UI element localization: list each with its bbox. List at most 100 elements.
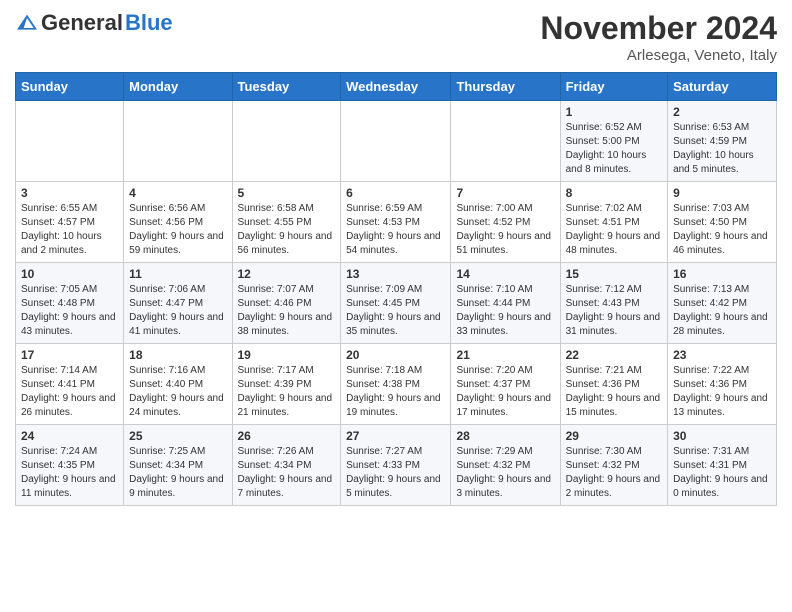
day-number: 28 <box>456 429 554 443</box>
day-cell: 14 Sunrise: 7:10 AM Sunset: 4:44 PM Dayli… <box>451 263 560 344</box>
day-info: Sunrise: 6:56 AM Sunset: 4:56 PM Dayligh… <box>129 202 226 258</box>
day-cell: 17 Sunrise: 7:14 AM Sunset: 4:41 PM Dayli… <box>16 344 124 425</box>
day-number: 24 <box>21 429 118 443</box>
day-info: Sunrise: 7:21 AM Sunset: 4:36 PM Dayligh… <box>566 364 662 420</box>
day-number: 22 <box>566 348 662 362</box>
day-cell: 12Sunrise: 7:07 AM Sunset: 4:46 PM Dayli… <box>232 263 341 344</box>
day-cell: 13 Sunrise: 7:09 AM Sunset: 4:45 PM Dayli… <box>341 263 451 344</box>
day-info: Sunrise: 7:18 AM Sunset: 4:38 PM Dayligh… <box>346 364 445 420</box>
day-cell: 1Sunrise: 6:52 AM Sunset: 5:00 PM Daylig… <box>560 101 667 182</box>
day-cell <box>16 101 124 182</box>
day-cell: 8Sunrise: 7:02 AM Sunset: 4:51 PM Daylig… <box>560 182 667 263</box>
day-cell: 15 Sunrise: 7:12 AM Sunset: 4:43 PM Dayli… <box>560 263 667 344</box>
day-info: Sunrise: 7:13 AM Sunset: 4:42 PM Dayligh… <box>673 283 771 339</box>
page: General Blue November 2024 Arlesega, Ven… <box>0 0 792 521</box>
week-row-0: 1Sunrise: 6:52 AM Sunset: 5:00 PM Daylig… <box>16 101 777 182</box>
day-number: 6 <box>346 186 445 200</box>
logo-general-text: General <box>41 10 123 36</box>
day-cell: 6Sunrise: 6:59 AM Sunset: 4:53 PM Daylig… <box>341 182 451 263</box>
day-info: Sunrise: 7:24 AM Sunset: 4:35 PM Dayligh… <box>21 445 118 501</box>
day-cell: 9 Sunrise: 7:03 AM Sunset: 4:50 PM Daylig… <box>668 182 777 263</box>
day-cell: 23 Sunrise: 7:22 AM Sunset: 4:36 PM Dayli… <box>668 344 777 425</box>
day-info: Sunrise: 7:31 AM Sunset: 4:31 PM Dayligh… <box>673 445 771 501</box>
header: General Blue November 2024 Arlesega, Ven… <box>15 10 777 64</box>
day-cell: 29Sunrise: 7:30 AM Sunset: 4:32 PM Dayli… <box>560 425 667 506</box>
day-number: 2 <box>673 105 771 119</box>
day-cell <box>232 101 341 182</box>
day-info: Sunrise: 6:53 AM Sunset: 4:59 PM Dayligh… <box>673 121 771 177</box>
day-cell: 20 Sunrise: 7:18 AM Sunset: 4:38 PM Dayli… <box>341 344 451 425</box>
col-monday: Monday <box>124 73 232 101</box>
day-number: 23 <box>673 348 771 362</box>
day-cell: 25 Sunrise: 7:25 AM Sunset: 4:34 PM Dayli… <box>124 425 232 506</box>
day-number: 25 <box>129 429 226 443</box>
day-info: Sunrise: 7:06 AM Sunset: 4:47 PM Dayligh… <box>129 283 226 339</box>
day-number: 7 <box>456 186 554 200</box>
day-cell: 30Sunrise: 7:31 AM Sunset: 4:31 PM Dayli… <box>668 425 777 506</box>
day-info: Sunrise: 7:17 AM Sunset: 4:39 PM Dayligh… <box>238 364 336 420</box>
week-row-4: 24 Sunrise: 7:24 AM Sunset: 4:35 PM Dayli… <box>16 425 777 506</box>
day-number: 27 <box>346 429 445 443</box>
day-info: Sunrise: 7:05 AM Sunset: 4:48 PM Dayligh… <box>21 283 118 339</box>
day-number: 14 <box>456 267 554 281</box>
day-cell: 7Sunrise: 7:00 AM Sunset: 4:52 PM Daylig… <box>451 182 560 263</box>
day-info: Sunrise: 7:14 AM Sunset: 4:41 PM Dayligh… <box>21 364 118 420</box>
day-number: 4 <box>129 186 226 200</box>
day-cell: 3 Sunrise: 6:55 AM Sunset: 4:57 PM Daylig… <box>16 182 124 263</box>
day-cell <box>124 101 232 182</box>
logo: General Blue <box>15 10 173 36</box>
day-cell <box>341 101 451 182</box>
day-cell: 21 Sunrise: 7:20 AM Sunset: 4:37 PM Dayli… <box>451 344 560 425</box>
day-cell: 16 Sunrise: 7:13 AM Sunset: 4:42 PM Dayli… <box>668 263 777 344</box>
day-number: 19 <box>238 348 336 362</box>
month-title: November 2024 <box>540 10 777 47</box>
day-info: Sunrise: 7:27 AM Sunset: 4:33 PM Dayligh… <box>346 445 445 501</box>
week-row-1: 3 Sunrise: 6:55 AM Sunset: 4:57 PM Daylig… <box>16 182 777 263</box>
day-info: Sunrise: 7:30 AM Sunset: 4:32 PM Dayligh… <box>566 445 662 501</box>
title-section: November 2024 Arlesega, Veneto, Italy <box>540 10 777 64</box>
day-cell: 10 Sunrise: 7:05 AM Sunset: 4:48 PM Dayli… <box>16 263 124 344</box>
col-thursday: Thursday <box>451 73 560 101</box>
day-cell: 11 Sunrise: 7:06 AM Sunset: 4:47 PM Dayli… <box>124 263 232 344</box>
day-number: 18 <box>129 348 226 362</box>
day-number: 13 <box>346 267 445 281</box>
day-number: 15 <box>566 267 662 281</box>
day-number: 10 <box>21 267 118 281</box>
day-cell: 4 Sunrise: 6:56 AM Sunset: 4:56 PM Daylig… <box>124 182 232 263</box>
logo-icon <box>15 13 39 33</box>
day-info: Sunrise: 7:12 AM Sunset: 4:43 PM Dayligh… <box>566 283 662 339</box>
header-row: Sunday Monday Tuesday Wednesday Thursday… <box>16 73 777 101</box>
day-number: 3 <box>21 186 118 200</box>
day-info: Sunrise: 7:22 AM Sunset: 4:36 PM Dayligh… <box>673 364 771 420</box>
week-row-3: 17 Sunrise: 7:14 AM Sunset: 4:41 PM Dayli… <box>16 344 777 425</box>
day-info: Sunrise: 7:02 AM Sunset: 4:51 PM Dayligh… <box>566 202 662 258</box>
col-wednesday: Wednesday <box>341 73 451 101</box>
day-cell: 18Sunrise: 7:16 AM Sunset: 4:40 PM Dayli… <box>124 344 232 425</box>
day-info: Sunrise: 7:10 AM Sunset: 4:44 PM Dayligh… <box>456 283 554 339</box>
day-number: 11 <box>129 267 226 281</box>
day-info: Sunrise: 6:58 AM Sunset: 4:55 PM Dayligh… <box>238 202 336 258</box>
day-cell: 19 Sunrise: 7:17 AM Sunset: 4:39 PM Dayli… <box>232 344 341 425</box>
day-cell <box>451 101 560 182</box>
day-cell: 28 Sunrise: 7:29 AM Sunset: 4:32 PM Dayli… <box>451 425 560 506</box>
col-saturday: Saturday <box>668 73 777 101</box>
day-number: 20 <box>346 348 445 362</box>
day-number: 9 <box>673 186 771 200</box>
day-info: Sunrise: 7:20 AM Sunset: 4:37 PM Dayligh… <box>456 364 554 420</box>
day-number: 16 <box>673 267 771 281</box>
col-tuesday: Tuesday <box>232 73 341 101</box>
day-info: Sunrise: 7:03 AM Sunset: 4:50 PM Dayligh… <box>673 202 771 258</box>
day-info: Sunrise: 7:25 AM Sunset: 4:34 PM Dayligh… <box>129 445 226 501</box>
day-cell: 5Sunrise: 6:58 AM Sunset: 4:55 PM Daylig… <box>232 182 341 263</box>
day-cell: 26Sunrise: 7:26 AM Sunset: 4:34 PM Dayli… <box>232 425 341 506</box>
day-cell: 22 Sunrise: 7:21 AM Sunset: 4:36 PM Dayli… <box>560 344 667 425</box>
day-number: 21 <box>456 348 554 362</box>
day-info: Sunrise: 7:09 AM Sunset: 4:45 PM Dayligh… <box>346 283 445 339</box>
col-sunday: Sunday <box>16 73 124 101</box>
col-friday: Friday <box>560 73 667 101</box>
day-info: Sunrise: 7:26 AM Sunset: 4:34 PM Dayligh… <box>238 445 336 501</box>
day-number: 17 <box>21 348 118 362</box>
day-cell: 2 Sunrise: 6:53 AM Sunset: 4:59 PM Daylig… <box>668 101 777 182</box>
day-info: Sunrise: 7:29 AM Sunset: 4:32 PM Dayligh… <box>456 445 554 501</box>
day-info: Sunrise: 6:55 AM Sunset: 4:57 PM Dayligh… <box>21 202 118 258</box>
